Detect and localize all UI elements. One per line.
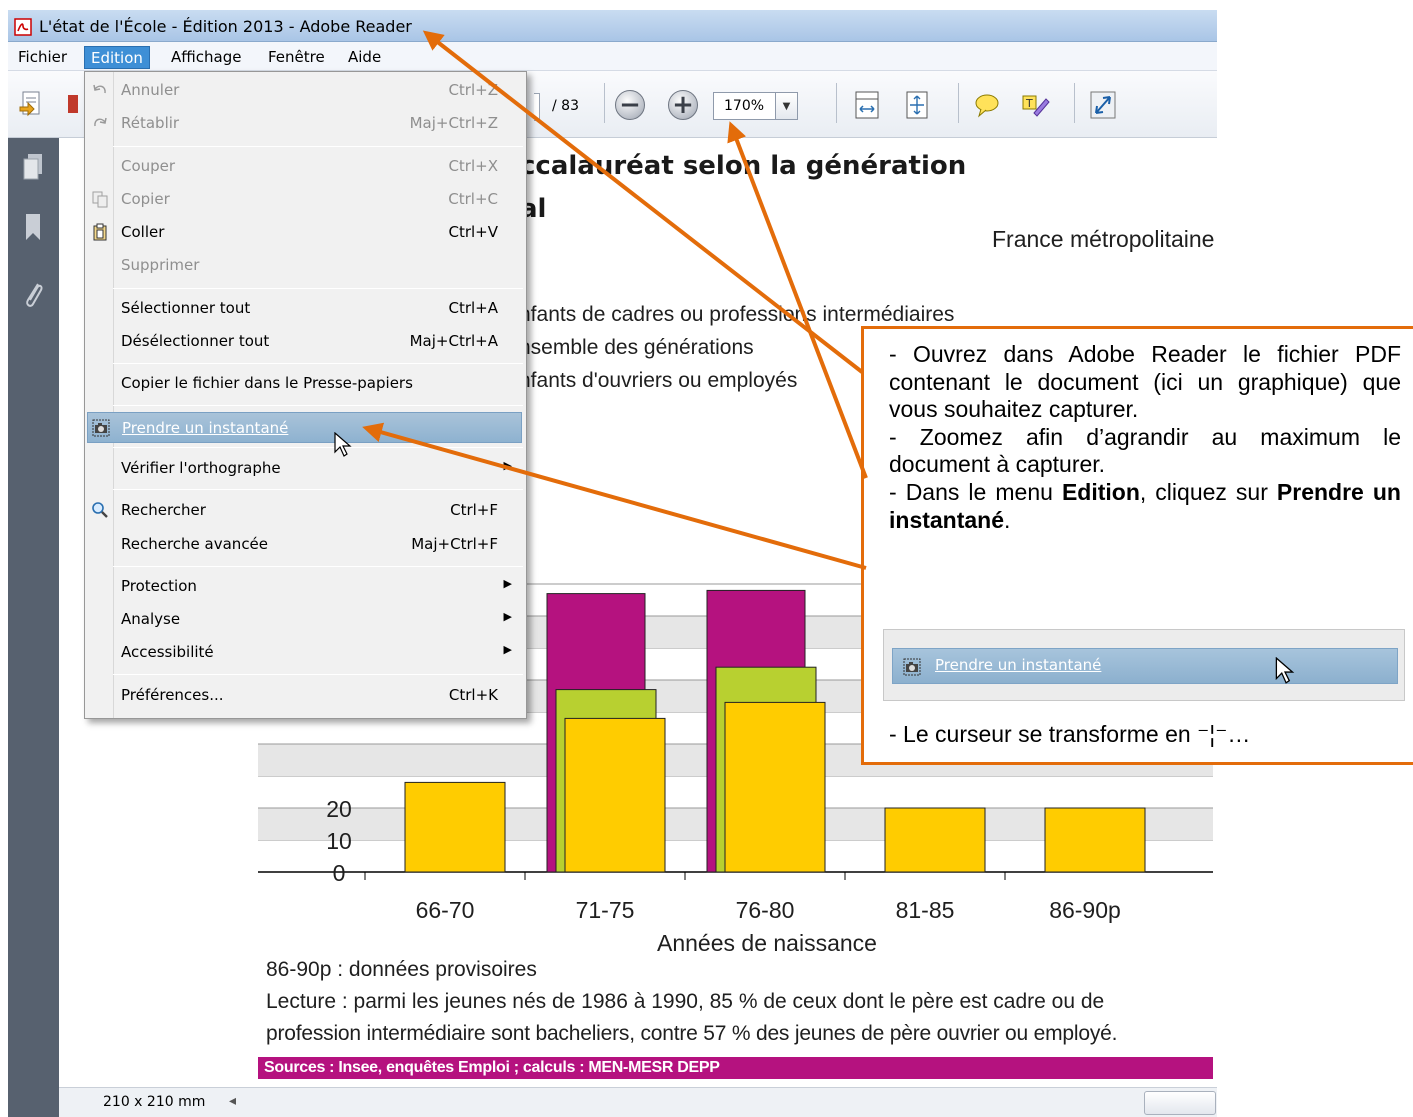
arrow-to-zoom — [727, 121, 868, 479]
arrow-to-snapshot — [362, 422, 867, 570]
arrow-to-title — [422, 30, 864, 374]
annotation-arrows — [362, 30, 868, 570]
screenshot-stage: L'état de l'École - Édition 2013 - Adobe… — [0, 0, 1413, 1117]
